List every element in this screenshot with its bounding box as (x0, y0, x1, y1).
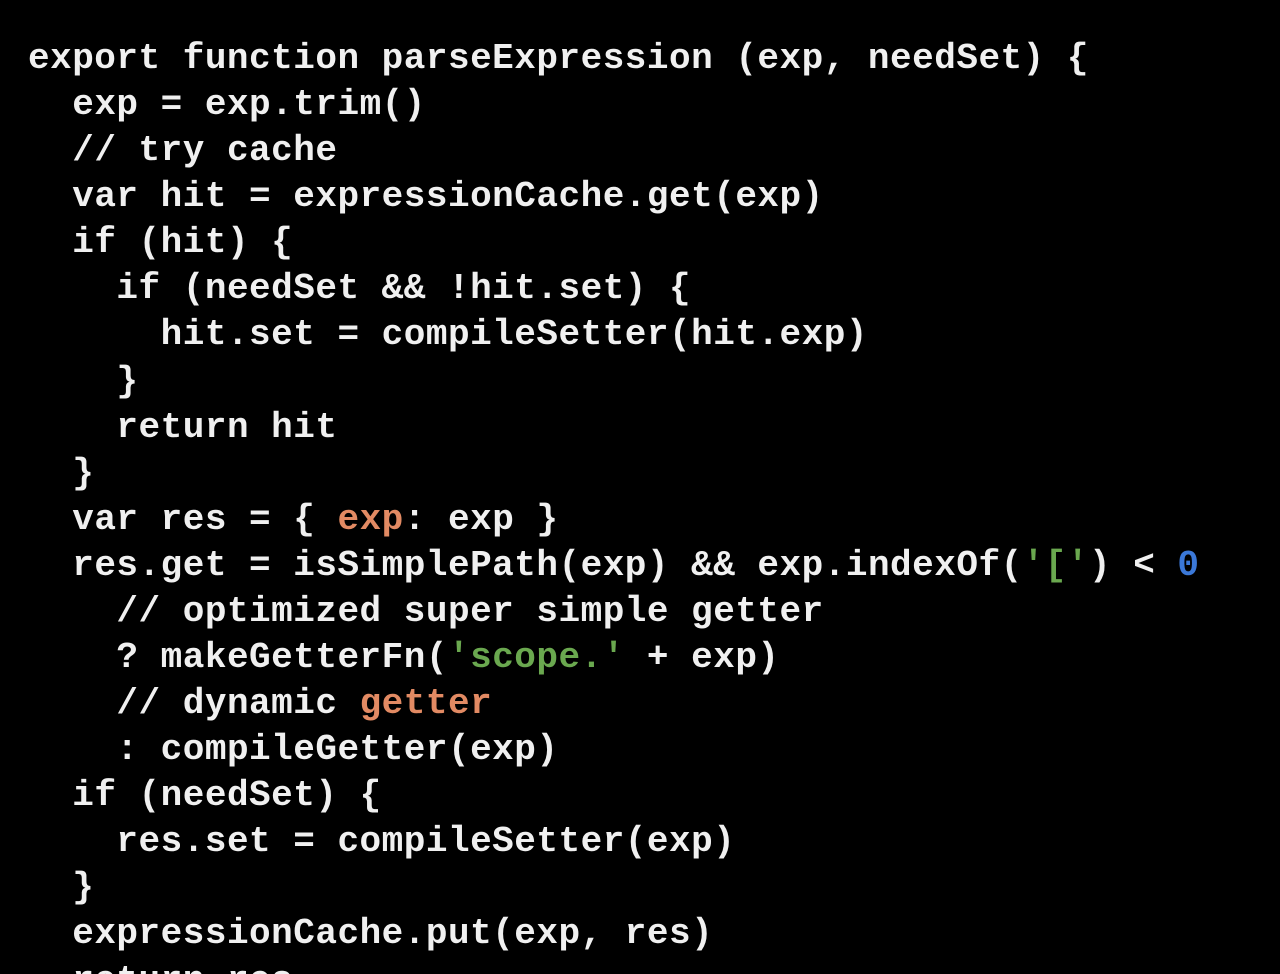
code-line: res.set = compileSetter(exp) (28, 821, 735, 862)
code-token: res.set = compileSetter(exp) (116, 821, 735, 862)
code-line: return res (28, 960, 293, 974)
code-token: getter (360, 683, 493, 724)
code-token: var hit = expressionCache.get(exp) (72, 176, 824, 217)
code-line: return hit (28, 407, 337, 448)
code-token: exp (337, 499, 403, 540)
code-token: 0 (1177, 545, 1199, 586)
code-token: var res = { (72, 499, 337, 540)
code-token: export function parseExpression (exp, ne… (28, 38, 1089, 79)
code-line: var hit = expressionCache.get(exp) (28, 176, 824, 217)
code-token: } (72, 453, 94, 494)
code-line: } (28, 361, 139, 402)
code-line: res.get = isSimplePath(exp) && exp.index… (28, 545, 1200, 586)
code-token: // try cache (72, 130, 337, 171)
code-token: + exp) (625, 637, 780, 678)
code-token: exp = exp.trim() (72, 84, 426, 125)
code-line: if (needSet) { (28, 775, 382, 816)
code-line: : compileGetter(exp) (28, 729, 559, 770)
code-line: } (28, 867, 94, 908)
code-token: hit.set = compileSetter(hit.exp) (161, 314, 868, 355)
code-token: return res (72, 960, 293, 974)
code-token: ? makeGetterFn( (116, 637, 448, 678)
code-token: if (needSet) { (72, 775, 381, 816)
code-token: // dynamic (116, 683, 359, 724)
code-line: hit.set = compileSetter(hit.exp) (28, 314, 868, 355)
code-token: res.get = isSimplePath(exp) && exp.index… (72, 545, 1022, 586)
code-line: exp = exp.trim() (28, 84, 426, 125)
code-line: export function parseExpression (exp, ne… (28, 38, 1089, 79)
code-token: : exp } (404, 499, 559, 540)
code-token: // optimized super simple getter (116, 591, 823, 632)
code-token: } (116, 361, 138, 402)
code-line: ? makeGetterFn('scope.' + exp) (28, 637, 780, 678)
code-token: '[' (1023, 545, 1089, 586)
code-token: expressionCache.put(exp, res) (72, 913, 713, 954)
code-token: } (72, 867, 94, 908)
code-line: } (28, 453, 94, 494)
code-line: if (hit) { (28, 222, 293, 263)
code-token: ) < (1089, 545, 1177, 586)
code-line: var res = { exp: exp } (28, 499, 559, 540)
code-block: export function parseExpression (exp, ne… (0, 0, 1280, 974)
code-line: // try cache (28, 130, 337, 171)
code-line: // dynamic getter (28, 683, 492, 724)
code-token: if (hit) { (72, 222, 293, 263)
code-token: : compileGetter(exp) (116, 729, 558, 770)
code-token: 'scope.' (448, 637, 625, 678)
code-line: if (needSet && !hit.set) { (28, 268, 691, 309)
code-token: if (needSet && !hit.set) { (116, 268, 691, 309)
code-line: // optimized super simple getter (28, 591, 824, 632)
code-token: return hit (116, 407, 337, 448)
code-line: expressionCache.put(exp, res) (28, 913, 713, 954)
